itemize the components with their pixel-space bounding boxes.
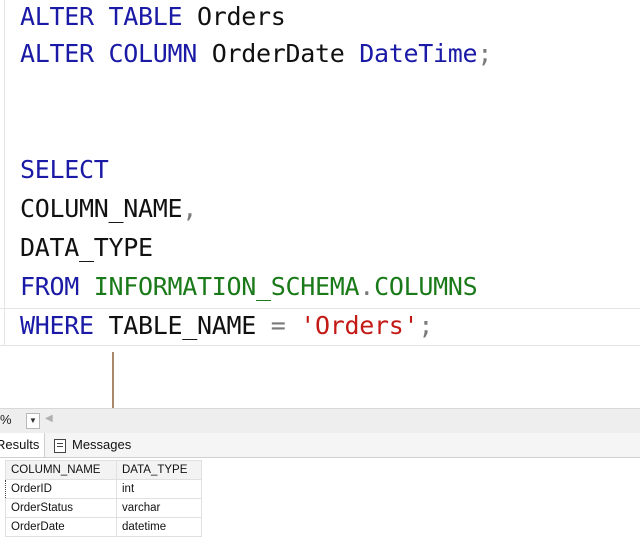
table-row[interactable]: OrderStatus varchar [5,498,202,518]
code-token: Orders [197,2,286,31]
scroll-left-icon[interactable]: ◀ [45,413,53,424]
code-line[interactable]: DATA_TYPE [20,231,153,265]
code-token: COLUMNS [374,272,478,301]
messages-icon [54,439,66,453]
code-token: WHERE [20,311,109,340]
code-token: ; [477,39,493,68]
zoom-level: % [0,412,12,427]
code-token: , [182,194,198,223]
tab-results-label: Results [0,437,40,452]
table-row[interactable]: OrderDate datetime [5,517,202,537]
results-grid: COLUMN_NAME DATA_TYPE OrderID int OrderS… [5,460,202,537]
results-tab-strip: Results Messages [0,433,640,458]
code-token: COLUMN_NAME [20,194,183,223]
code-token: = [270,311,301,340]
tab-results[interactable]: Results [0,433,45,457]
table-cell[interactable]: int [116,479,202,499]
zoom-bar: % ▼ ◀ [0,408,640,433]
table-cell[interactable]: OrderDate [5,517,117,537]
code-token: ; [418,311,434,340]
table-cell[interactable]: varchar [116,498,202,518]
table-cell[interactable]: OrderID [5,479,117,499]
code-token: INFORMATION_SCHEMA [93,272,360,301]
code-token: OrderDate [211,39,360,68]
code-token: 'Orders' [300,311,419,340]
code-line[interactable]: SELECT [20,153,109,187]
code-token: TABLE_NAME [108,311,271,340]
code-token: ALTER TABLE [20,2,198,31]
code-line[interactable]: ALTER TABLE Orders [20,0,286,34]
code-token: DateTime [359,39,478,68]
code-line[interactable]: WHERE TABLE_NAME = 'Orders'; [20,309,433,343]
zoom-dropdown-chevron-down-icon[interactable]: ▼ [26,413,40,429]
code-token: DATA_TYPE [20,233,153,262]
table-cell[interactable]: OrderStatus [5,498,117,518]
tab-messages-label: Messages [72,437,132,452]
column-header-column-name[interactable]: COLUMN_NAME [5,460,117,480]
code-token: FROM [20,272,94,301]
code-token: ALTER COLUMN [20,39,212,68]
editor-gutter [4,0,5,346]
query-editor[interactable]: ALTER TABLE Orders ALTER COLUMN OrderDate… [0,0,640,346]
code-token: . [359,272,375,301]
code-line[interactable]: ALTER COLUMN OrderDate DateTime; [20,37,492,71]
code-token: SELECT [20,155,109,184]
code-line[interactable]: FROM INFORMATION_SCHEMA.COLUMNS [20,270,478,304]
table-cell[interactable]: datetime [116,517,202,537]
grid-header-row: COLUMN_NAME DATA_TYPE [5,460,202,480]
code-line[interactable]: COLUMN_NAME, [20,192,197,226]
tab-messages[interactable]: Messages [50,433,142,457]
column-header-data-type[interactable]: DATA_TYPE [116,460,202,480]
table-row[interactable]: OrderID int [5,479,202,499]
